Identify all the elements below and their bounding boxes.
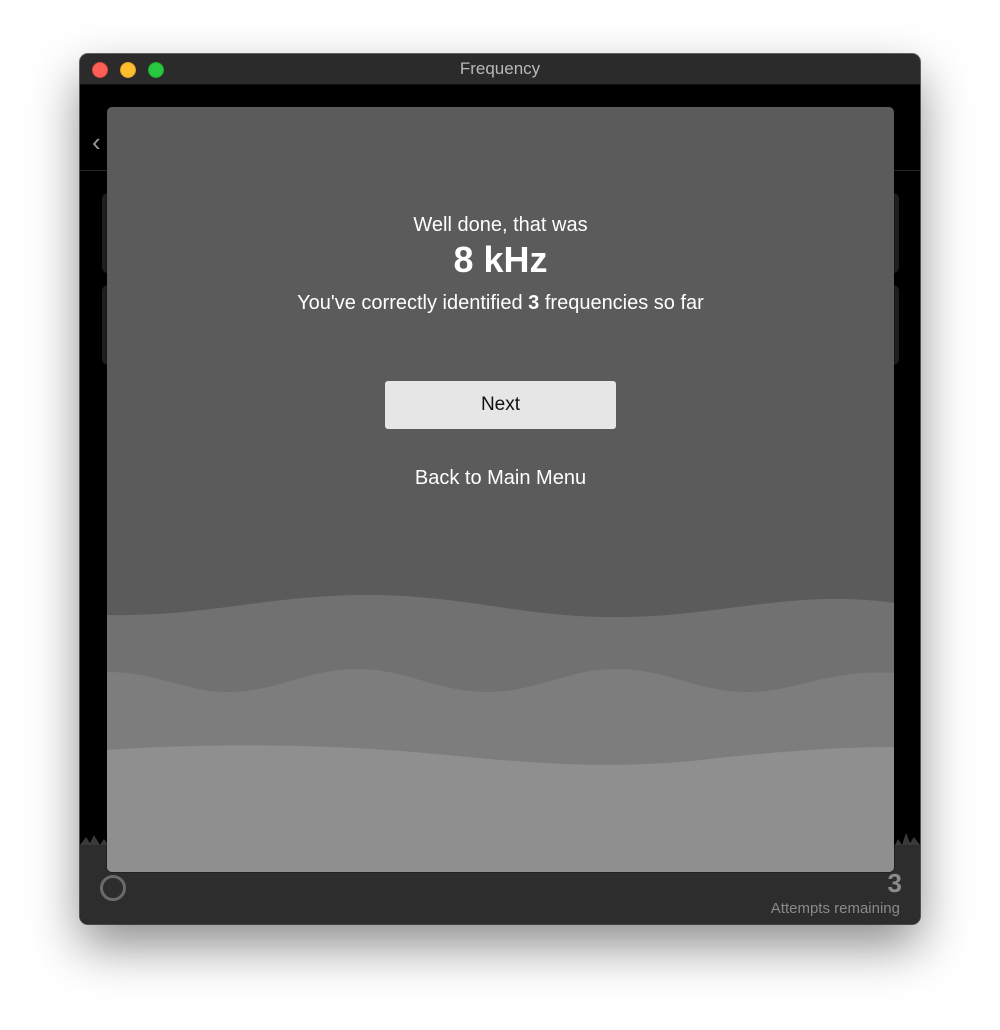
title-bar[interactable]: Frequency bbox=[80, 54, 920, 85]
decorative-waves bbox=[107, 595, 894, 872]
score-message: You've correctly identified 3 frequencie… bbox=[297, 291, 704, 315]
window-title: Frequency bbox=[459, 59, 541, 78]
score-count: 3 bbox=[528, 292, 540, 314]
back-to-main-menu-link[interactable]: Back to Main Menu bbox=[107, 467, 894, 490]
frequency-value: 8 kHz bbox=[453, 239, 548, 280]
success-message: Well done, that was bbox=[413, 214, 588, 236]
attempts-count: 3 bbox=[887, 868, 902, 898]
restart-icon[interactable] bbox=[100, 875, 126, 901]
next-button[interactable]: Next bbox=[385, 381, 616, 429]
score-prefix: You've correctly identified bbox=[297, 292, 529, 314]
wave-front bbox=[107, 745, 894, 872]
score-suffix: frequencies so far bbox=[539, 292, 704, 314]
result-dialog: Well done, that was 8 kHz You've correct… bbox=[107, 107, 894, 872]
attempts-label: Attempts remaining bbox=[770, 900, 900, 917]
chevron-left-icon[interactable]: ‹ bbox=[92, 129, 101, 155]
